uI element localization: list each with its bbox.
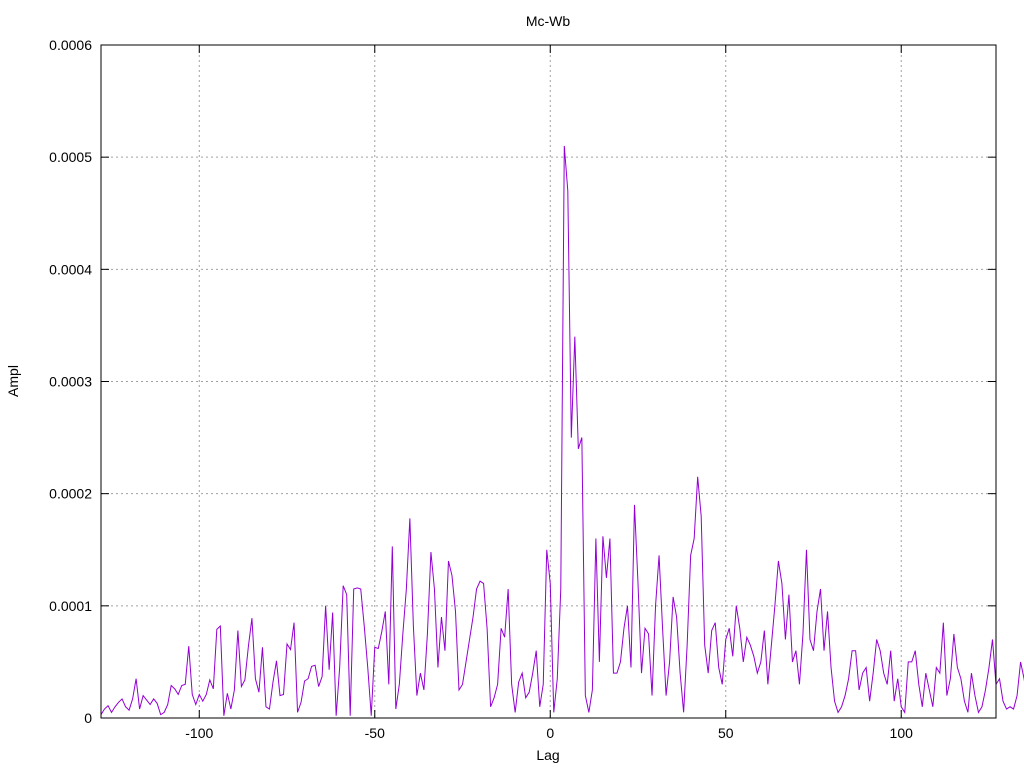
chart-background (0, 0, 1024, 768)
y-tick-label: 0.0002 (49, 486, 92, 502)
y-tick-label: 0.0004 (49, 261, 92, 277)
x-tick-label: 50 (718, 725, 734, 741)
x-tick-label: 0 (546, 725, 554, 741)
y-tick-label: 0.0005 (49, 149, 92, 165)
y-tick-label: 0.0006 (49, 37, 92, 53)
chart-title: Mc-Wb (526, 13, 571, 29)
x-tick-label: 100 (890, 725, 914, 741)
y-axis-label: Ampl (5, 365, 21, 397)
chart: 0 0.0001 0.0002 0.0003 0.0004 0.0005 0.0006 -1… (0, 0, 1024, 768)
y-tick-label: 0 (84, 710, 92, 726)
y-tick-label: 0.0003 (49, 374, 92, 390)
x-tick-label: -100 (185, 725, 213, 741)
y-tick-label: 0.0001 (49, 598, 92, 614)
x-tick-label: -50 (365, 725, 385, 741)
x-axis-label: Lag (536, 747, 559, 763)
